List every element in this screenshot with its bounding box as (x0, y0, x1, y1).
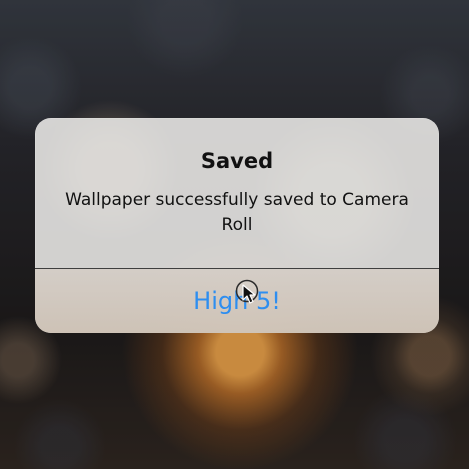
alert-message: Wallpaper successfully saved to Camera R… (65, 190, 409, 235)
save-confirmation-alert: Saved Wallpaper successfully saved to Ca… (35, 118, 439, 333)
alert-content: Saved Wallpaper successfully saved to Ca… (35, 118, 439, 268)
alert-title: Saved (200, 149, 274, 173)
high-five-button[interactable]: High 5! (35, 269, 439, 333)
